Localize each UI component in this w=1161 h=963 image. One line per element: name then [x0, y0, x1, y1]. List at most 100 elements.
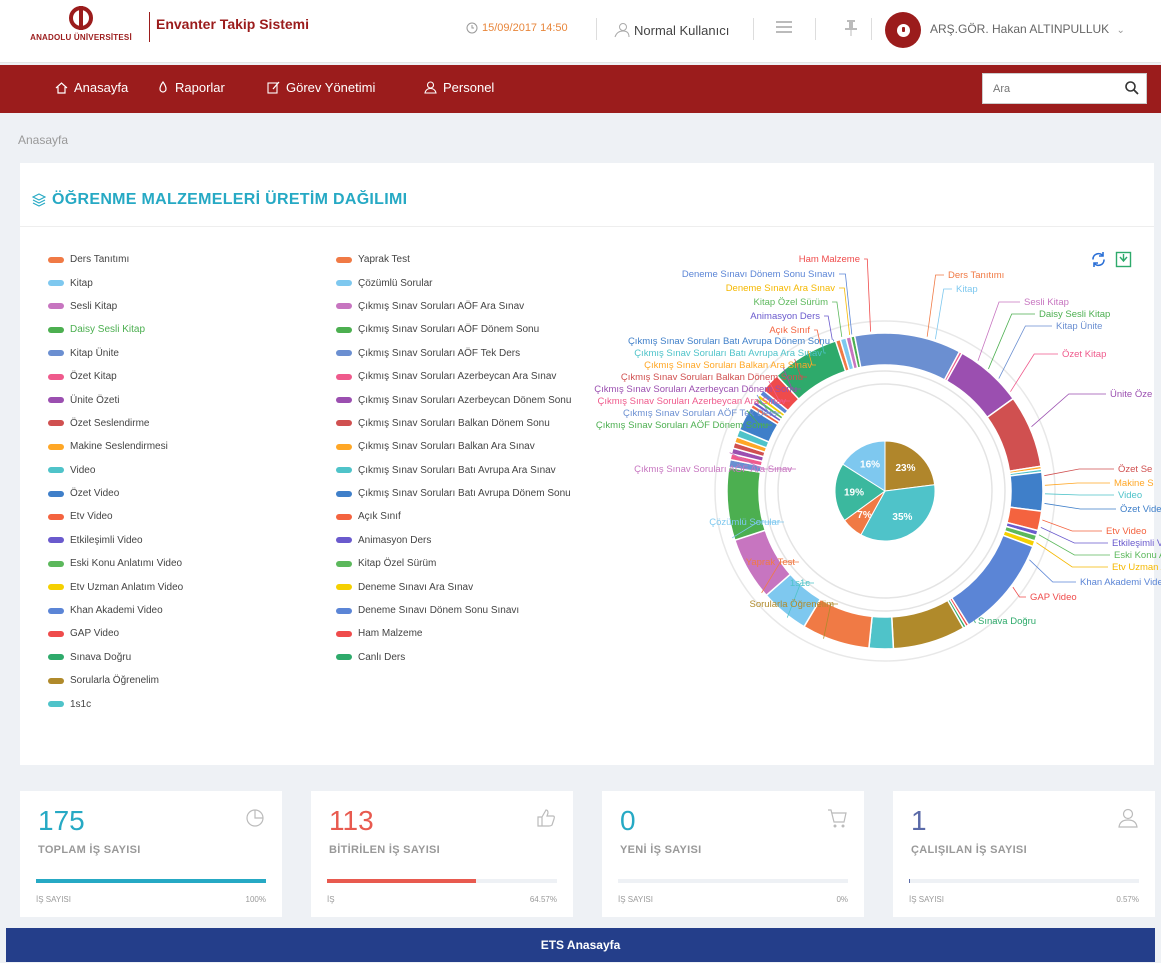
label-leader-line — [1010, 353, 1058, 392]
stat-card[interactable]: 1 ÇALIŞILAN İŞ SAYISI İŞ SAYISI 0.57% — [893, 791, 1155, 917]
legend-swatch — [336, 654, 352, 661]
legend-item[interactable]: Etv Video — [48, 505, 183, 528]
outer-ring-label: Sınava Doğru — [978, 616, 1036, 627]
outer-ring-slice[interactable] — [1009, 471, 1044, 513]
legend-item[interactable]: Ünite Özeti — [48, 388, 183, 411]
pin-icon[interactable] — [845, 20, 857, 36]
distribution-panel: ÖĞRENME MALZEMELERİ ÜRETİM DAĞILIMI Ders… — [20, 163, 1161, 765]
legend-label: GAP Video — [70, 628, 120, 640]
legend-item[interactable]: Etv Uzman Anlatım Video — [48, 575, 183, 598]
legend-item[interactable]: GAP Video — [48, 622, 183, 645]
legend-swatch — [48, 560, 64, 567]
legend-item[interactable]: Sınava Doğru — [48, 646, 183, 669]
distribution-donut-chart: 23% 35% 7% 19% 16% Ham Malzeme Deneme Sınavı D… — [594, 254, 1161, 662]
legend-item[interactable]: Özet Video — [48, 482, 183, 505]
legend-label: Etv Uzman Anlatım Video — [70, 581, 184, 593]
legend-item[interactable]: Ders Tanıtımı — [48, 248, 183, 271]
nav-item-gorev-yonetimi[interactable]: Görev Yönetimi — [267, 80, 375, 95]
legend-label: 1s1c — [70, 698, 92, 710]
legend-item[interactable]: Özet Kitap — [48, 365, 183, 388]
legend-item[interactable]: Kitap Ünite — [48, 342, 183, 365]
nav-item-raporlar[interactable]: Raporlar — [157, 80, 225, 95]
outer-ring-label: Deneme Sınavı Dönem Sonu Sınavı — [682, 269, 835, 280]
search-icon[interactable] — [1124, 80, 1140, 96]
legend-item[interactable]: Kitap — [48, 271, 183, 294]
legend-item[interactable]: Video — [48, 459, 183, 482]
legend-item[interactable]: Daisy Sesli Kitap — [48, 318, 183, 341]
legend-item[interactable]: 1s1c — [48, 692, 183, 715]
nav-item-personel[interactable]: Personel — [424, 80, 494, 95]
legend-swatch — [48, 256, 64, 263]
legend-item[interactable]: Etkileşimli Video — [48, 529, 183, 552]
stat-card[interactable]: 113 BİTİRİLEN İŞ SAYISI İŞ 64.57% — [311, 791, 573, 917]
legend-label: Etkileşimli Video — [70, 534, 143, 546]
legend-swatch — [336, 490, 352, 497]
legend-label: Daisy Sesli Kitap — [70, 324, 146, 336]
panel-title-text: ÖĞRENME MALZEMELERİ ÜRETİM DAĞILIMI — [52, 191, 408, 208]
legend-label: Yaprak Test — [358, 254, 410, 266]
legend-swatch — [48, 420, 64, 427]
label-leader-line — [864, 258, 871, 332]
label-leader-line — [988, 313, 1035, 370]
outer-ring-label: Özet Vide — [1120, 504, 1161, 515]
legend-swatch — [336, 443, 352, 450]
main-nav: Anasayfa Raporlar Görev Yönetimi Persone… — [0, 65, 1161, 113]
legend-label: Çıkmış Sınav Soruları AÖF Ara Sınav — [358, 300, 525, 312]
legend-swatch — [336, 584, 352, 591]
label-leader-line — [833, 339, 835, 342]
legend-label: Canlı Ders — [358, 651, 406, 663]
outer-ring-slice[interactable] — [868, 615, 895, 650]
nav-label: Görev Yönetimi — [286, 80, 376, 95]
legend-label: Video — [70, 464, 96, 476]
legend-item[interactable]: Sorularla Öğrenelim — [48, 669, 183, 692]
legend-item[interactable]: Makine Seslendirmesi — [48, 435, 183, 458]
university-logo[interactable]: ANADOLU ÜNİVERSİTESİ — [18, 6, 144, 58]
header-divider — [596, 18, 597, 40]
legend-swatch — [336, 607, 352, 614]
outer-ring-label: Video — [1118, 490, 1142, 501]
legend-label: Sınava Doğru — [70, 651, 132, 663]
user-menu[interactable]: ARŞ.GÖR. Hakan ALTINPULLUK ⌄ — [930, 22, 1125, 36]
stat-value: 175 — [38, 805, 85, 836]
breadcrumb[interactable]: Anasayfa — [18, 133, 68, 147]
outer-ring-label: Etv Video — [1106, 526, 1147, 537]
inner-pie-label: 23% — [895, 463, 915, 474]
stat-card[interactable]: 0 YENİ İŞ SAYISI İŞ SAYISI 0% — [602, 791, 864, 917]
outer-ring-slice[interactable] — [950, 534, 1034, 627]
legend-swatch — [336, 467, 352, 474]
legend-swatch — [48, 373, 64, 380]
stat-card[interactable]: 175 TOPLAM İŞ SAYISI İŞ SAYISI 100% — [20, 791, 282, 917]
stat-progress-bar — [909, 879, 1139, 883]
app-title[interactable]: Envanter Takip Sistemi — [156, 16, 309, 32]
list-icon[interactable] — [776, 20, 792, 34]
legend-label: Makine Seslendirmesi — [70, 441, 168, 453]
legend-item[interactable]: Sesli Kitap — [48, 295, 183, 318]
stat-value: 1 — [911, 805, 927, 836]
legend-label: Ham Malzeme — [358, 628, 423, 640]
legend-item[interactable]: Khan Akademi Video — [48, 599, 183, 622]
outer-ring-label: Etv Uzman Anlatı — [1112, 562, 1161, 573]
header-user-role[interactable]: Normal Kullanıcı — [614, 22, 729, 38]
label-leader-line — [1031, 393, 1106, 427]
outer-ring-label: Çıkmış Sınav Soruları AÖF Ara Sınav — [634, 464, 792, 475]
stat-percent: 64.57% — [529, 895, 557, 904]
legend-swatch — [336, 513, 352, 520]
fire-icon — [159, 81, 167, 93]
legend-label: Ders Tanıtımı — [70, 254, 130, 266]
legend-label: Çıkmış Sınav Soruları AÖF Tek Ders — [358, 347, 521, 359]
header-divider — [815, 18, 816, 40]
legend-label: Kitap — [70, 277, 93, 289]
nav-item-anasayfa[interactable]: Anasayfa — [55, 80, 128, 95]
stat-sub-label: İŞ SAYISI — [618, 895, 653, 904]
stat-label: ÇALIŞILAN İŞ SAYISI — [911, 844, 1027, 856]
legend-swatch — [48, 630, 64, 637]
user-avatar[interactable] — [885, 12, 921, 48]
outer-ring-label: Ders Tanıtımı — [948, 270, 1004, 281]
nav-label: Personel — [443, 80, 495, 95]
outer-ring-label: Sorularla Öğrenelim — [750, 599, 835, 610]
legend-item[interactable]: Eski Konu Anlatımı Video — [48, 552, 183, 575]
outer-ring-label: Makine S — [1114, 478, 1154, 489]
search-input[interactable] — [983, 74, 1113, 103]
legend-item[interactable]: Özet Seslendirme — [48, 412, 183, 435]
top-header: ANADOLU ÜNİVERSİTESİ Envanter Takip Sist… — [0, 0, 1161, 63]
